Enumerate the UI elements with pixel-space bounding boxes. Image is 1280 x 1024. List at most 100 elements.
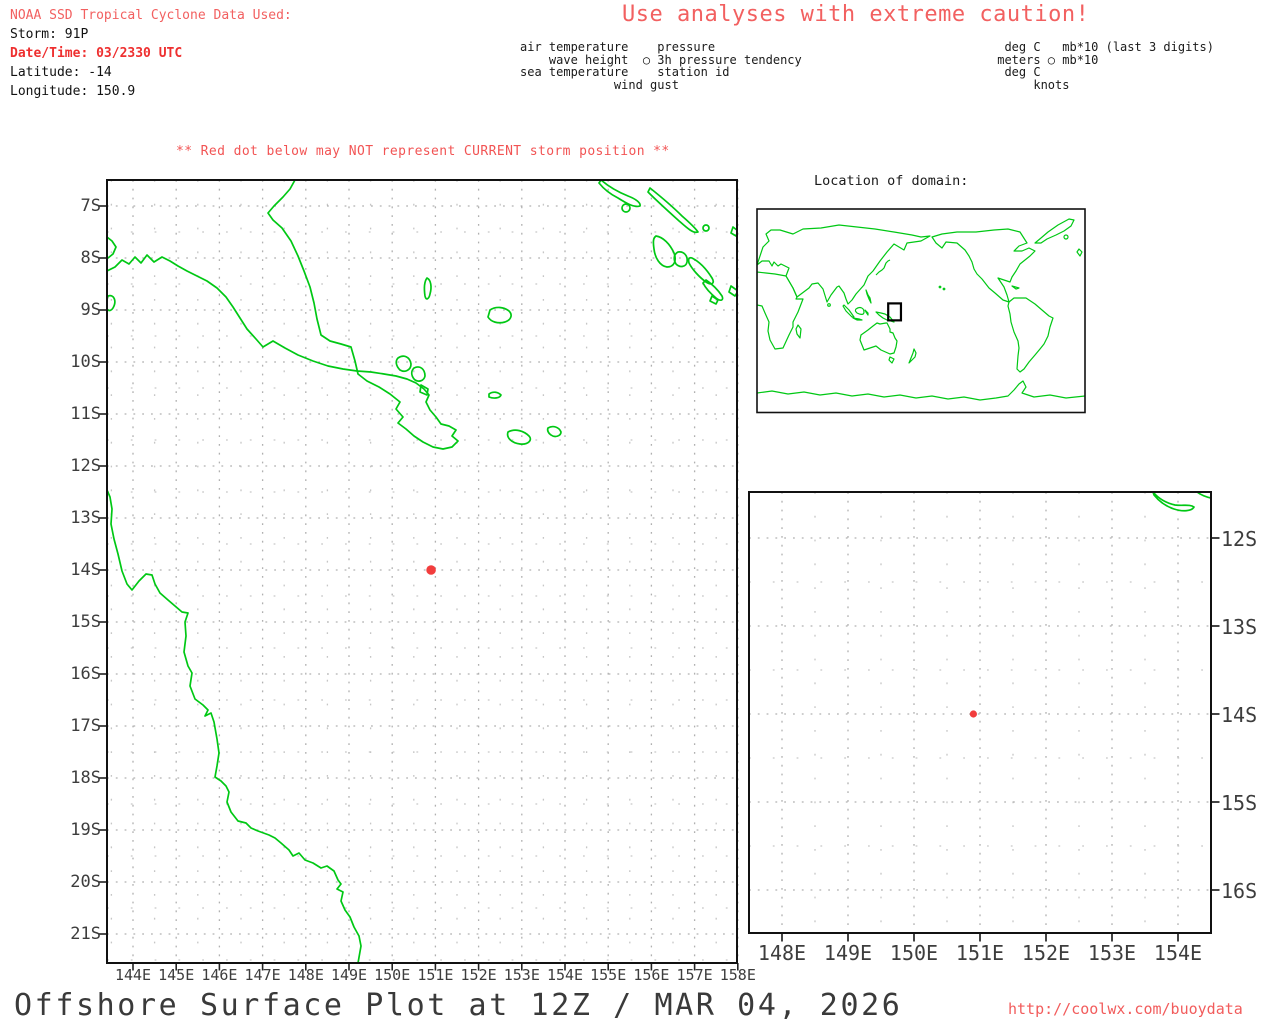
coast-woodlark bbox=[487, 306, 512, 324]
world-cuba bbox=[1011, 285, 1020, 290]
world-sumatra bbox=[842, 304, 855, 318]
main-map-lat-label: 15S bbox=[70, 612, 101, 632]
zoom-inset-lon-label: 149E bbox=[823, 941, 873, 965]
storm-id-line: Storm: 91P bbox=[10, 27, 89, 42]
main-map-frame bbox=[106, 179, 738, 964]
zoom-inset-coastlines bbox=[1152, 492, 1211, 512]
world-eurasia bbox=[757, 224, 931, 305]
main-map-lat-label: 13S bbox=[70, 508, 101, 528]
zoom-inset-lat-label: 12S bbox=[1221, 527, 1258, 551]
world-philippines bbox=[865, 289, 872, 304]
main-map-lon-label: 155E bbox=[590, 966, 627, 984]
coast-small-island bbox=[702, 224, 710, 232]
main-map-lat-label: 21S bbox=[70, 924, 101, 944]
main-map-lon-label: 157E bbox=[676, 966, 713, 984]
coast-new-ireland bbox=[647, 187, 699, 234]
world-map-frame bbox=[756, 208, 1086, 414]
zoom-inset-lon-label: 154E bbox=[1153, 941, 1203, 965]
main-map-lat-label: 16S bbox=[70, 664, 101, 684]
main-map-lat-label: 10S bbox=[70, 352, 101, 372]
zoom-inset-lon-label: 150E bbox=[889, 941, 939, 965]
main-map-lon-label: 145E bbox=[158, 966, 195, 984]
world-map-coastlines bbox=[757, 218, 1085, 401]
main-map-lat-label: 11S bbox=[70, 404, 101, 424]
world-java bbox=[852, 317, 863, 321]
zoom-inset-lat-label: 15S bbox=[1221, 791, 1258, 815]
storm-latitude-line: Latitude: -14 bbox=[10, 65, 112, 80]
world-sri-lanka bbox=[827, 303, 831, 307]
coast-rossel bbox=[546, 425, 562, 438]
station-legend-line: wind gust bbox=[520, 77, 679, 92]
world-new-zealand bbox=[908, 348, 917, 364]
main-map-lat-label: 12S bbox=[70, 456, 101, 476]
storm-datetime-line: Date/Time: 03/2330 UTC bbox=[10, 46, 183, 61]
main-map-lon-label: 150E bbox=[374, 966, 411, 984]
coast-island-oval bbox=[673, 251, 688, 268]
coast-island-bit bbox=[709, 295, 719, 305]
world-antarctica bbox=[757, 380, 1085, 401]
offshore-surface-plot-page: NOAA SSD Tropical Cyclone Data Used: Sto… bbox=[0, 0, 1280, 1024]
main-map-lat-label: 8S bbox=[80, 248, 101, 268]
buoydata-url-link[interactable]: http://coolwx.com/buoydata bbox=[1008, 1000, 1243, 1018]
storm-dot-inset bbox=[969, 710, 978, 718]
main-map-lon-label: 158E bbox=[719, 966, 756, 984]
coast-left-edge-hook bbox=[107, 236, 117, 259]
world-madagascar bbox=[795, 324, 802, 339]
main-map-lon-label: 149E bbox=[330, 966, 368, 984]
zoom-inset-lon-label: 151E bbox=[955, 941, 1005, 965]
main-map-lon-label: 146E bbox=[201, 966, 238, 984]
grid-lines bbox=[107, 180, 1211, 963]
coast-misima bbox=[488, 391, 502, 399]
coast-new-britain bbox=[598, 180, 641, 208]
world-africa bbox=[757, 271, 804, 350]
station-legend-line: air temperature pressure bbox=[520, 40, 716, 54]
zoom-inset-lat-label: 13S bbox=[1221, 615, 1258, 639]
main-map-lat-label: 14S bbox=[70, 560, 101, 580]
world-hawaii bbox=[938, 285, 942, 289]
coast-dentrecasteaux bbox=[395, 355, 412, 373]
world-greenland bbox=[1034, 218, 1075, 244]
zoom-inset-lon-label: 148E bbox=[757, 941, 807, 965]
main-map-lat-label: 18S bbox=[70, 768, 101, 788]
world-north-america bbox=[931, 228, 1036, 303]
units-legend: deg C mb*10 (last 3 digits) meters ○ mb*… bbox=[990, 41, 1214, 91]
zoom-inset-lat-label: 16S bbox=[1221, 879, 1258, 903]
main-map-lat-label: 17S bbox=[70, 716, 101, 736]
storm-info-block: NOAA SSD Tropical Cyclone Data Used: Sto… bbox=[10, 6, 292, 101]
coast-choiseul bbox=[687, 256, 715, 285]
main-map-coastlines bbox=[107, 180, 737, 963]
coast-small-island bbox=[621, 203, 631, 213]
coast-dentrecasteaux bbox=[410, 366, 426, 382]
caution-headline: Use analyses with extreme caution! bbox=[622, 2, 1090, 27]
world-australia bbox=[859, 322, 898, 355]
world-borneo bbox=[854, 306, 865, 315]
world-tasmania bbox=[888, 356, 895, 364]
zoom-inset-lon-label: 152E bbox=[1021, 941, 1071, 965]
world-sulawesi bbox=[864, 309, 869, 316]
storm-dots bbox=[426, 565, 978, 718]
zoom-inset-lon-label: 153E bbox=[1087, 941, 1137, 965]
world-south-america bbox=[1007, 297, 1054, 373]
main-map-lon-label: 148E bbox=[287, 966, 324, 984]
zoom-inset-lat-label: 14S bbox=[1221, 703, 1258, 727]
storm-dot-main bbox=[426, 565, 436, 575]
world-hawaii bbox=[942, 287, 946, 291]
main-map-lon-label: 147E bbox=[244, 966, 281, 984]
axis-ticks bbox=[98, 205, 1220, 971]
main-map-lon-label: 151E bbox=[417, 966, 454, 984]
main-map-lat-label: 20S bbox=[70, 872, 101, 892]
units-legend-line: deg C bbox=[990, 65, 1041, 79]
main-map-lon-label: 152E bbox=[460, 966, 497, 984]
storm-longitude-line: Longitude: 150.9 bbox=[10, 84, 136, 99]
station-legend-line: sea temperature station id bbox=[520, 65, 730, 79]
coast-rossel-inset bbox=[1152, 492, 1195, 512]
main-map-lat-label: 9S bbox=[80, 300, 101, 320]
main-map-lon-label: 156E bbox=[633, 966, 670, 984]
coast-tagula bbox=[506, 429, 532, 445]
main-map-lat-label: 19S bbox=[70, 820, 101, 840]
plot-title: Offshore Surface Plot at 12Z / MAR 04, 2… bbox=[14, 988, 903, 1023]
location-of-domain-title: Location of domain: bbox=[814, 173, 969, 189]
station-model-legend: air temperature pressure wave height ○ 3… bbox=[520, 41, 802, 91]
data-source-label: NOAA SSD Tropical Cyclone Data Used: bbox=[10, 8, 292, 23]
coast-australia bbox=[107, 489, 362, 963]
